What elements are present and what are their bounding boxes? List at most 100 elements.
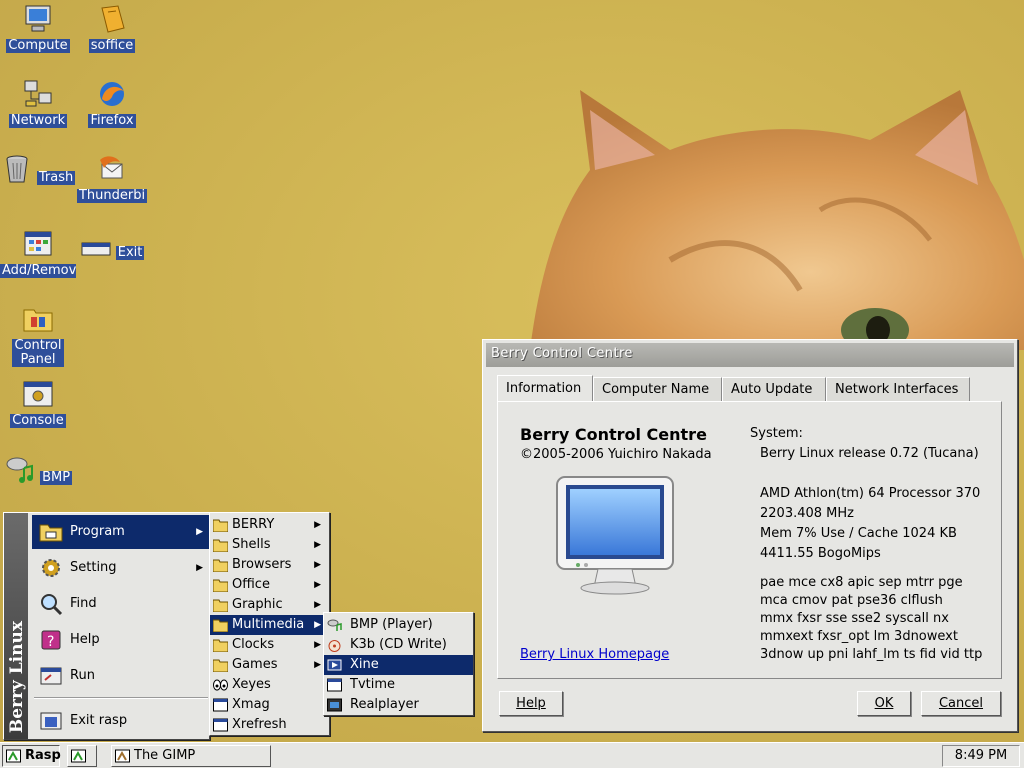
submenu-arrow-icon: ▶ [314, 520, 321, 530]
submenu-item-tvtime[interactable]: Tvtime [324, 675, 473, 695]
taskbar-clock[interactable]: 8:49 PM [942, 745, 1020, 767]
submenu-item-xeyes[interactable]: Xeyes [210, 675, 329, 695]
submenu-item-xmag[interactable]: Xmag [210, 695, 329, 715]
folder-icon [213, 579, 228, 592]
thunderbird-icon [100, 156, 123, 179]
menu-item-help[interactable]: ? Help [32, 623, 209, 657]
desktop-icon-firefox[interactable]: Firefox [74, 79, 150, 132]
information-panel: Berry Control Centre ©2005-2006 Yuichiro… [497, 401, 1002, 679]
desktop-icon-soffice[interactable]: soffice [74, 4, 150, 57]
app-title: Berry Control Centre [520, 425, 707, 444]
system-heading: System: [750, 426, 803, 441]
folder-icon [213, 639, 228, 652]
cpu-text: AMD Athlon(tm) 64 Processor 370 [760, 486, 981, 501]
window-titlebar[interactable]: Berry Control Centre [486, 343, 1014, 367]
trash-icon [6, 155, 28, 183]
desktop-icon-add-remove[interactable]: Add/Remov [0, 229, 76, 282]
menu-item-setting[interactable]: Setting ▶ [32, 551, 209, 585]
help-book-icon: ? [41, 630, 61, 650]
computer-icon [25, 5, 51, 32]
submenu-item-xine[interactable]: Xine [324, 655, 473, 675]
cpu-flags-line: 3dnow up pni lahf_lm ts fid vid ttp [760, 647, 983, 662]
xine-icon [327, 659, 342, 671]
tv-icon [327, 678, 342, 692]
submenu-item-xrefresh[interactable]: Xrefresh [210, 715, 329, 735]
submenu-item-realplayer[interactable]: Realplayer [324, 695, 473, 715]
release-text: Berry Linux release 0.72 (Tucana) [760, 446, 979, 461]
folder-icon [213, 659, 228, 672]
run-icon [40, 667, 62, 685]
menu-item-program[interactable]: Program ▶ [32, 515, 209, 549]
realplayer-icon [327, 698, 342, 712]
submenu-item-berry[interactable]: BERRY ▶ [210, 515, 329, 535]
gear-icon [42, 559, 60, 577]
tab-computer-name[interactable]: Computer Name [593, 377, 722, 402]
network-icon [24, 80, 52, 107]
menu-item-find[interactable]: Find [32, 587, 209, 621]
tab-bar: Information Computer Name Auto Update Ne… [497, 375, 970, 402]
tab-network-interfaces[interactable]: Network Interfaces [826, 377, 970, 402]
desktop-icon-computer[interactable]: Compute [0, 4, 76, 57]
submenu-item-games[interactable]: Games ▶ [210, 655, 329, 675]
mem-text: Mem 7% Use / Cache 1024 KB [760, 526, 957, 541]
folder-icon [213, 539, 228, 552]
ok-button[interactable]: OK [857, 691, 911, 716]
menu-separator [34, 697, 208, 699]
menu-item-run[interactable]: Run [32, 659, 209, 693]
svg-text:?: ? [47, 634, 54, 650]
desktop-icon-network[interactable]: Network [0, 79, 76, 132]
bogomips-text: 4411.55 BogoMips [760, 546, 881, 561]
program-folder-icon [39, 524, 63, 542]
start-button[interactable]: Rasp [2, 745, 61, 767]
submenu-arrow-icon: ▶ [196, 563, 203, 573]
firefox-icon [100, 82, 124, 106]
folder-icon [213, 619, 228, 632]
bmp-icon [6, 457, 33, 483]
eyes-icon [213, 679, 228, 691]
desktop: Compute soffice Network Firefox Trash Th… [0, 0, 1024, 742]
submenu-item-office[interactable]: Office ▶ [210, 575, 329, 595]
mhz-text: 2203.408 MHz [760, 506, 854, 521]
submenu-arrow-icon: ▶ [314, 660, 321, 670]
submenu-item-graphic[interactable]: Graphic ▶ [210, 595, 329, 615]
desktop-icon-thunderbird[interactable]: Thunderbi [74, 154, 150, 207]
taskbar: Rasp The GIMP 8:49 PM [0, 742, 1024, 768]
submenu-item-browsers[interactable]: Browsers ▶ [210, 555, 329, 575]
task-button-gimp[interactable]: The GIMP [111, 745, 271, 767]
multimedia-submenu: BMP (Player) K3b (CD Write) Xine Tvtime … [323, 612, 474, 716]
submenu-arrow-icon: ▶ [314, 560, 321, 570]
help-button[interactable]: Help [499, 691, 563, 716]
bmp-icon [327, 619, 342, 631]
search-icon [41, 594, 63, 616]
exit-icon [81, 242, 111, 256]
system-info: System: Berry Linux release 0.72 (Tucana… [750, 424, 982, 664]
desktop-icon-bmp[interactable]: BMP [0, 454, 76, 489]
tab-auto-update[interactable]: Auto Update [722, 377, 826, 402]
soffice-icon [101, 5, 125, 33]
k3b-icon [328, 640, 341, 652]
quick-launch-button[interactable] [67, 745, 97, 767]
desktop-icon-console[interactable]: Console [0, 379, 76, 432]
desktop-icon-exit[interactable]: Exit [74, 229, 150, 264]
window-icon [213, 698, 228, 712]
cancel-button[interactable]: Cancel [921, 691, 1001, 716]
tab-information[interactable]: Information [497, 375, 593, 402]
submenu-item-clocks[interactable]: Clocks ▶ [210, 635, 329, 655]
submenu-item-bmp-player[interactable]: BMP (Player) [324, 615, 473, 635]
submenu-arrow-icon: ▶ [314, 620, 321, 630]
folder-icon [213, 559, 228, 572]
folder-icon [213, 599, 228, 612]
submenu-item-shells[interactable]: Shells ▶ [210, 535, 329, 555]
start-menu-band: Berry Linux [4, 513, 28, 739]
cpu-flags-line: mmx fxsr sse sse2 syscall nx [760, 611, 949, 626]
desktop-icon-trash[interactable]: Trash [0, 154, 76, 189]
submenu-item-k3b[interactable]: K3b (CD Write) [324, 635, 473, 655]
console-icon [23, 381, 53, 407]
start-icon [6, 749, 21, 763]
desktop-icon-control-panel[interactable]: Control Panel [0, 304, 76, 371]
submenu-arrow-icon: ▶ [314, 640, 321, 650]
menu-item-exit[interactable]: Exit rasp [32, 704, 209, 738]
homepage-link[interactable]: Berry Linux Homepage [520, 647, 669, 662]
submenu-item-multimedia[interactable]: Multimedia ▶ [210, 615, 329, 635]
berry-control-centre-window[interactable]: Berry Control Centre Information Compute… [482, 339, 1018, 732]
